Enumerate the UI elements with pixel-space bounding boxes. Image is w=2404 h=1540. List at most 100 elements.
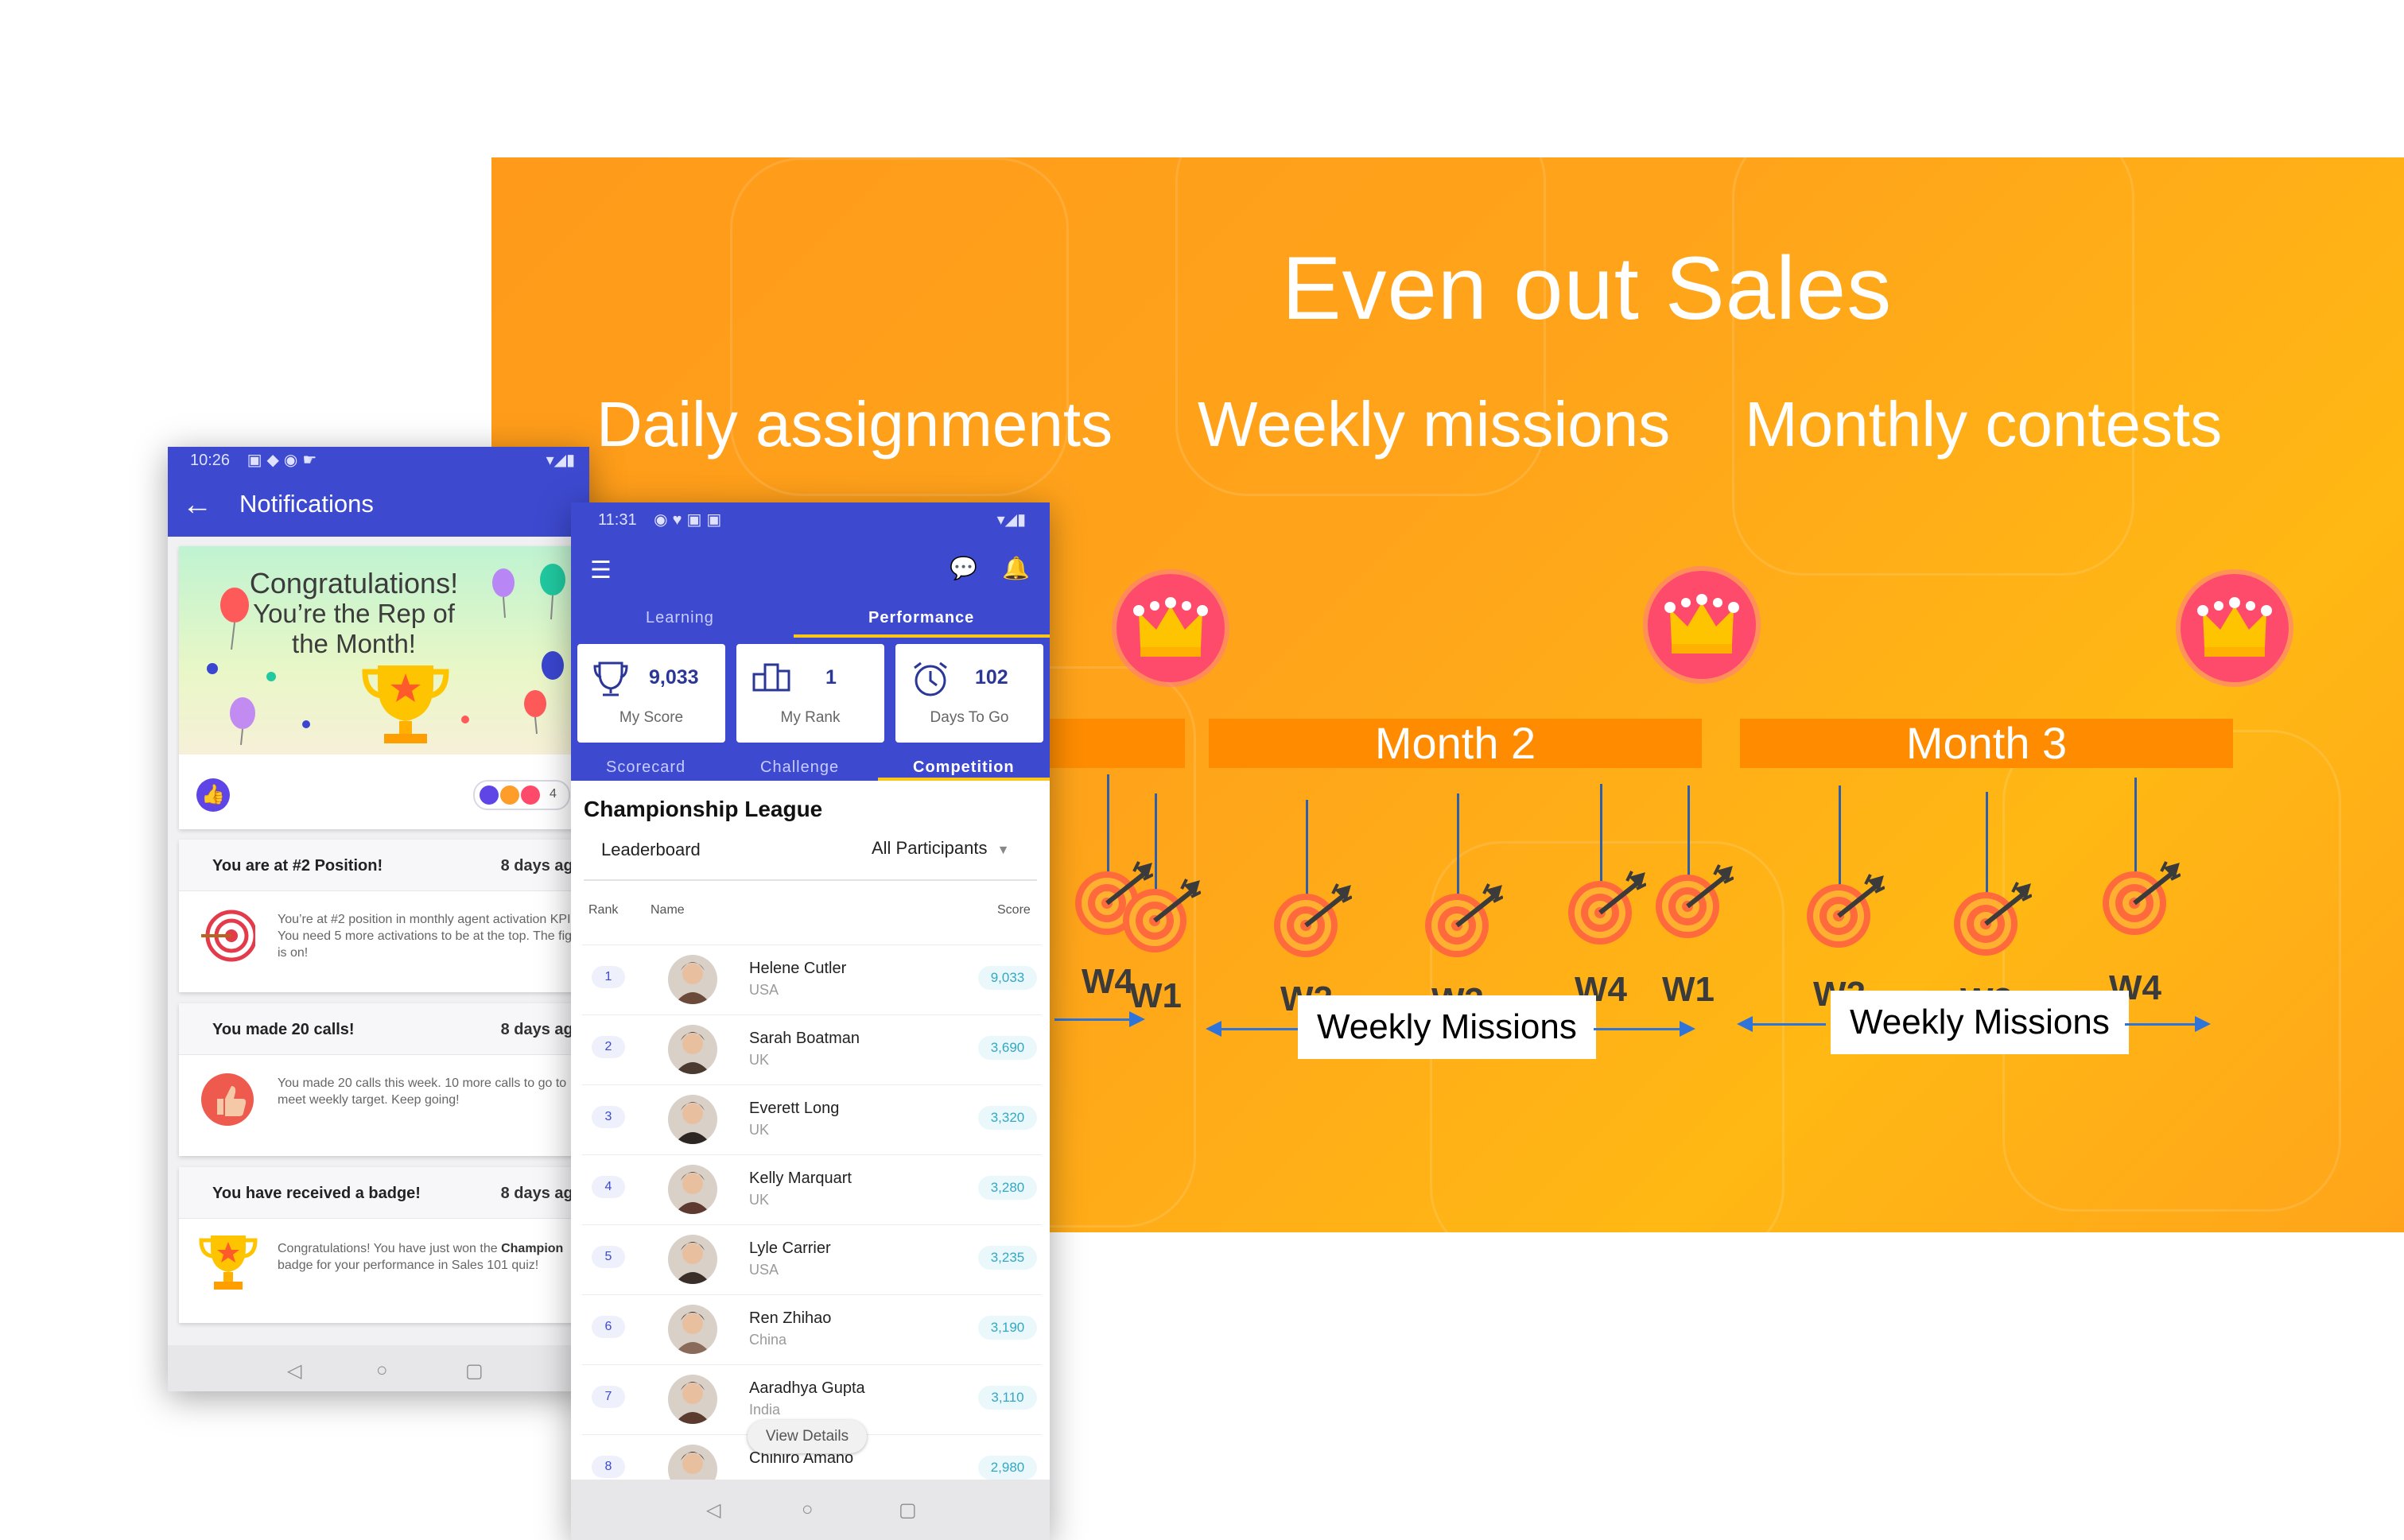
avatar <box>668 1305 717 1354</box>
arrow-right <box>1594 1021 1695 1037</box>
leaderboard-phone: 11:31 ◉♥▣▣ ▾◢▮ ☰ 💬 🔔 Learning Performanc… <box>571 502 1050 1540</box>
stat-label: My Score <box>619 709 684 726</box>
chat-icon[interactable]: 💬 <box>950 555 977 581</box>
notification-body: You’re at #2 position in monthly agent a… <box>278 913 583 960</box>
score-badge: 3,280 <box>978 1176 1037 1200</box>
notification-card[interactable]: You are at #2 Position! 8 days ago You’r… <box>179 840 589 992</box>
stat-value: 9,033 <box>649 666 699 689</box>
league-title: Championship League <box>584 797 823 821</box>
column-header-name: Name <box>651 903 685 917</box>
subtitle-monthly: Monthly contests <box>1745 389 2223 460</box>
status-icons: ◉♥▣▣ <box>654 511 727 529</box>
participant-name: Aaradhya Gupta <box>749 1379 865 1397</box>
tab-performance[interactable]: Performance <box>868 609 974 627</box>
status-time: 11:31 <box>598 511 637 529</box>
like-reaction-icon <box>480 786 499 805</box>
rep-of-month-card[interactable]: Congratulations! You’re the Rep of the M… <box>179 546 589 829</box>
crown-icon <box>2181 574 2289 682</box>
status-bar: 11:31 ◉♥▣▣ ▾◢▮ <box>571 502 1050 537</box>
notifications-phone: 10:26 ▣◆◉☛ ▾◢▮ ← Notifications Congratul… <box>168 447 589 1391</box>
rank-badge: 3 <box>592 1106 625 1128</box>
table-row[interactable]: 5 Lyle Carrier USA 3,235 <box>582 1224 1042 1295</box>
nav-home-icon[interactable]: ○ <box>802 1499 814 1521</box>
tab-learning[interactable]: Learning <box>646 609 714 627</box>
nav-back-icon[interactable]: ◁ <box>287 1360 301 1383</box>
bell-icon[interactable]: 🔔 <box>1002 555 1030 581</box>
stat-card-score[interactable]: 9,033 My Score <box>577 644 725 743</box>
arrow-left <box>1737 1016 1826 1032</box>
table-row[interactable]: 4 Kelly Marquart UK 3,280 <box>582 1154 1042 1225</box>
tab-scorecard[interactable]: Scorecard <box>606 758 685 777</box>
reaction-count: 4 <box>550 787 557 801</box>
reactions-pill[interactable]: 4 <box>473 780 570 810</box>
week-label: W4 <box>1082 962 1134 1001</box>
participants-filter-dropdown[interactable]: All Participants ▼ <box>872 838 1009 859</box>
hamburger-menu-icon[interactable]: ☰ <box>590 557 612 584</box>
rank-badge: 1 <box>592 966 625 988</box>
participant-country: India <box>749 1402 781 1418</box>
app-bar: 10:26 ▣◆◉☛ ▾◢▮ ← Notifications <box>168 447 589 537</box>
table-row[interactable]: 1 Helene Cutler USA 9,033 <box>582 945 1042 1015</box>
notification-body: Congratulations! You have just won the C… <box>278 1242 564 1272</box>
stat-label: Days To Go <box>930 709 1009 726</box>
congrats-line-1: Congratulations! <box>249 567 459 599</box>
table-row[interactable]: 3 Everett Long UK 3,320 <box>582 1084 1042 1155</box>
rocket-reaction-icon <box>500 786 519 805</box>
nav-recents-icon[interactable]: ▢ <box>465 1360 484 1383</box>
participant-name: Helene Cutler <box>749 960 847 977</box>
stat-card-rank[interactable]: 1 My Rank <box>736 644 884 743</box>
participant-name: Lyle Carrier <box>749 1239 831 1257</box>
notification-title: You made 20 calls! <box>212 1021 355 1038</box>
target-icon <box>201 910 255 962</box>
trophy-icon <box>199 1235 258 1290</box>
score-badge: 3,690 <box>978 1036 1037 1060</box>
score-badge: 2,980 <box>978 1456 1037 1480</box>
crown-reaction-icon <box>521 786 540 805</box>
like-button[interactable]: 👍 <box>196 778 230 812</box>
score-badge: 3,235 <box>978 1246 1037 1270</box>
subtitle-weekly: Weekly missions <box>1198 389 1671 460</box>
avatar <box>668 1375 717 1424</box>
notification-card[interactable]: You made 20 calls! 8 days ago You made 2… <box>179 1003 589 1156</box>
notification-body: You made 20 calls this week. 10 more cal… <box>278 1076 567 1107</box>
participant-country: USA <box>749 982 779 998</box>
tab-competition[interactable]: Competition <box>913 758 1015 777</box>
congrats-message: Congratulations! You’re the Rep of the M… <box>235 568 473 659</box>
rank-badge: 2 <box>592 1036 625 1058</box>
table-row[interactable]: 6 Ren Zhihao China 3,190 <box>582 1294 1042 1365</box>
congrats-line-3: the Month! <box>292 629 416 658</box>
table-row[interactable]: 2 Sarah Boatman UK 3,690 <box>582 1014 1042 1085</box>
alarm-clock-icon <box>914 661 947 696</box>
rank-badge: 8 <box>592 1456 625 1478</box>
participant-name: Ren Zhihao <box>749 1309 832 1327</box>
nav-back-icon[interactable]: ◁ <box>706 1499 720 1522</box>
status-time: 10:26 <box>190 452 231 469</box>
month-3-bar: Month 3 <box>1740 719 2233 768</box>
rank-badge: 4 <box>592 1176 625 1198</box>
android-nav-bar: ◁ ○ ▢ <box>571 1480 1050 1540</box>
signal-icon: ▾◢▮ <box>546 452 575 469</box>
nav-recents-icon[interactable]: ▢ <box>899 1499 917 1522</box>
avatar <box>668 1235 717 1284</box>
crown-icon <box>1117 574 1225 682</box>
arrow-right <box>2125 1016 2211 1032</box>
dartboard-icon <box>1646 860 1734 948</box>
week-label: W1 <box>1662 970 1715 1009</box>
tab-challenge[interactable]: Challenge <box>760 758 839 777</box>
decor-shape <box>2002 730 2341 1212</box>
back-arrow-icon[interactable]: ← <box>182 488 212 522</box>
stat-card-days[interactable]: 102 Days To Go <box>895 644 1043 743</box>
notification-title: You have received a badge! <box>212 1185 421 1202</box>
month-1-bar <box>1048 719 1185 768</box>
android-nav-bar: ◁ ○ ▢ <box>168 1345 589 1391</box>
participant-country: China <box>749 1332 787 1348</box>
nav-home-icon[interactable]: ○ <box>376 1360 388 1382</box>
arrow-right <box>1054 1011 1145 1027</box>
avatar <box>668 1095 717 1144</box>
rank-badge: 7 <box>592 1386 625 1408</box>
score-badge: 9,033 <box>978 966 1037 990</box>
arrow-left <box>1206 1021 1304 1037</box>
notification-card[interactable]: You have received a badge! 8 days ago Co… <box>179 1167 589 1323</box>
active-tab-indicator <box>794 634 1050 638</box>
view-details-button[interactable]: View Details <box>748 1420 867 1453</box>
